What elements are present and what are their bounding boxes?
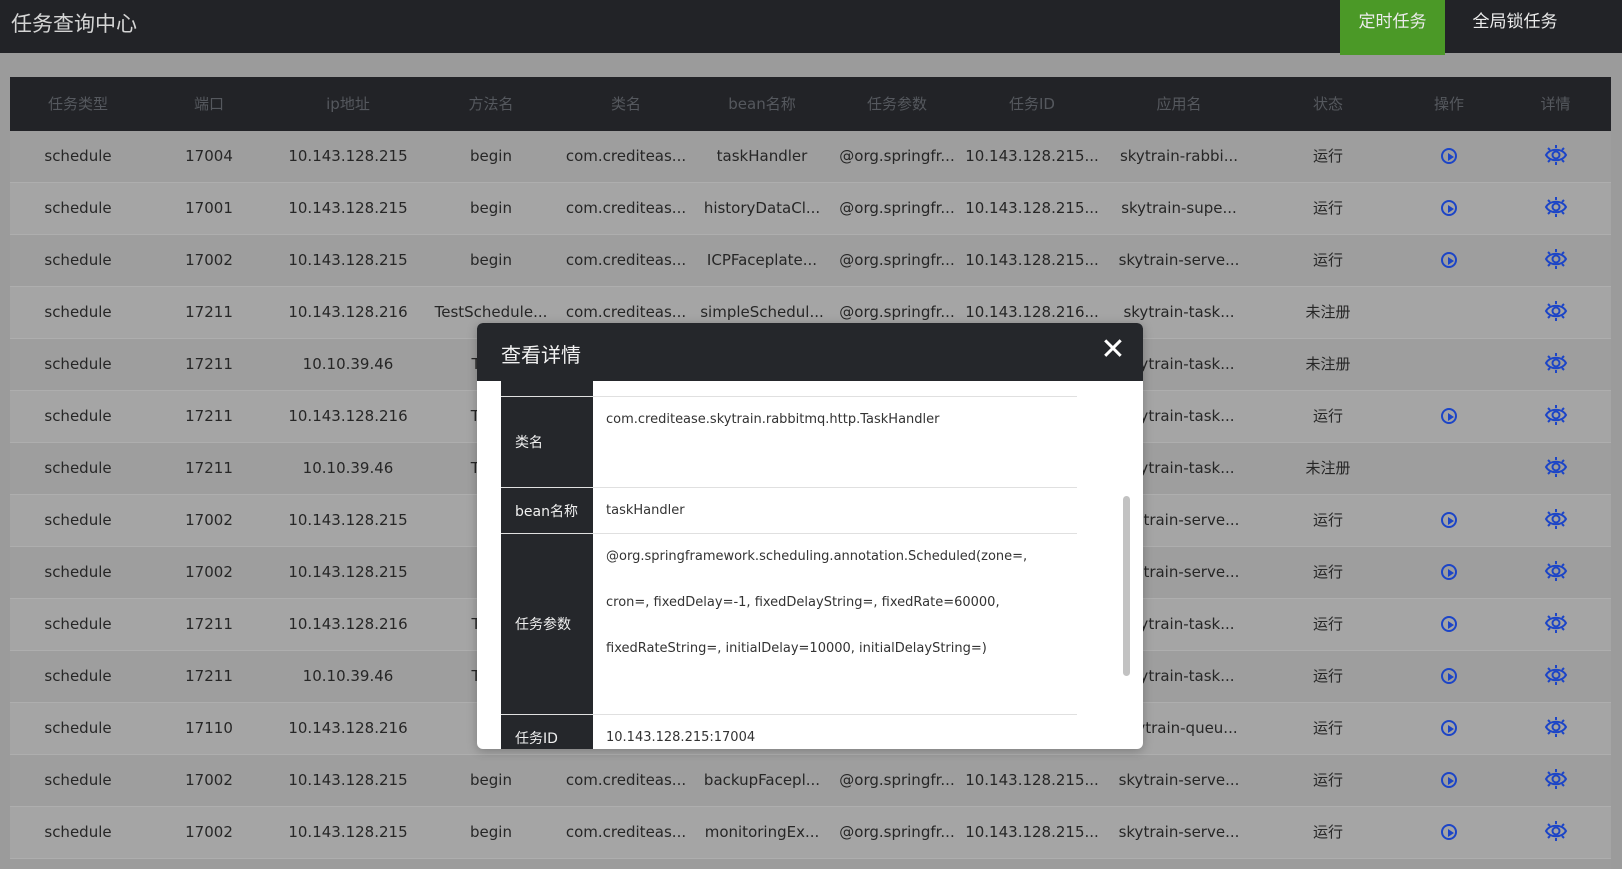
modal-scrollbar[interactable] <box>1119 381 1133 749</box>
scrollbar-thumb[interactable] <box>1123 496 1130 676</box>
detail-row-task-id: 任务ID 10.143.128.215:17004 <box>501 715 1077 749</box>
detail-label: 类名 <box>501 397 593 487</box>
detail-value: 10.143.128.215:17004 <box>606 730 756 745</box>
modal-body[interactable]: 类名 com.creditease.skytrain.rabbitmq.http… <box>501 381 1077 749</box>
detail-row-partial <box>501 381 1077 397</box>
detail-value: com.creditease.skytrain.rabbitmq.http.Ta… <box>606 412 940 427</box>
detail-label: 任务ID <box>501 715 593 749</box>
detail-row-params: 任务参数 @org.springframework.scheduling.ann… <box>501 534 1077 715</box>
detail-label: 任务参数 <box>501 534 593 714</box>
modal-header: 查看详情 ✕ <box>477 323 1143 381</box>
modal-title: 查看详情 <box>501 343 581 367</box>
detail-row-class: 类名 com.creditease.skytrain.rabbitmq.http… <box>501 397 1077 488</box>
detail-value: @org.springframework.scheduling.annotati… <box>606 549 1028 656</box>
close-icon[interactable]: ✕ <box>1097 335 1129 367</box>
detail-row-bean: bean名称 taskHandler <box>501 488 1077 534</box>
detail-label <box>501 381 593 396</box>
detail-value: taskHandler <box>606 503 685 518</box>
detail-modal: 查看详情 ✕ 类名 com.creditease.skytrain.rabbit… <box>477 323 1143 749</box>
detail-label: bean名称 <box>501 488 593 533</box>
